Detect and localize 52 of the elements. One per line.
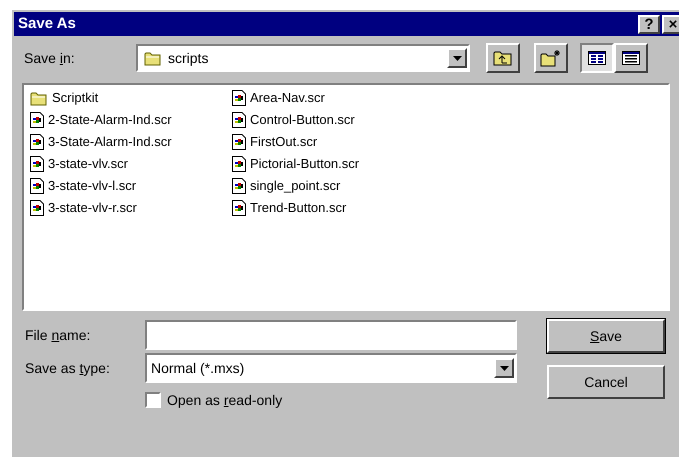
list-view-button[interactable] xyxy=(580,43,614,73)
file-list-item[interactable]: Scriptkit xyxy=(30,87,212,109)
file-list-item[interactable]: 3-state-vlv-l.scr xyxy=(30,175,212,197)
script-file-icon xyxy=(30,156,44,172)
new-folder-button[interactable] xyxy=(534,43,568,73)
up-folder-icon xyxy=(493,50,513,66)
list-view-icon xyxy=(588,51,606,65)
file-list-item[interactable]: Control-Button.scr xyxy=(232,109,360,131)
help-button[interactable]: ? xyxy=(638,14,660,34)
file-name-field[interactable] xyxy=(145,320,517,350)
script-file-icon xyxy=(232,200,246,216)
save-in-value: scripts xyxy=(168,48,208,68)
script-file-icon xyxy=(30,178,44,194)
details-view-icon xyxy=(622,51,640,65)
file-list-item[interactable]: 2-State-Alarm-Ind.scr xyxy=(30,109,212,131)
file-list-item[interactable]: 3-State-Alarm-Ind.scr xyxy=(30,131,212,153)
folder-icon xyxy=(144,50,162,66)
script-file-icon xyxy=(30,200,44,216)
read-only-checkbox[interactable] xyxy=(145,392,161,408)
save-in-label: Save in: xyxy=(24,48,76,68)
save-as-type-value: Normal (*.mxs) xyxy=(151,358,244,378)
save-as-type-dropdown[interactable]: Normal (*.mxs) xyxy=(145,353,517,383)
file-list-item[interactable]: Area-Nav.scr xyxy=(232,87,360,109)
file-list-item[interactable]: Pictorial-Button.scr xyxy=(232,153,360,175)
save-button[interactable]: Save xyxy=(547,319,665,353)
script-file-icon xyxy=(232,90,246,106)
file-list-item[interactable]: 3-state-vlv.scr xyxy=(30,153,212,175)
caret-down-icon xyxy=(452,56,462,60)
file-list-item[interactable]: 3-state-vlv-r.scr xyxy=(30,197,212,219)
save-in-dropdown[interactable]: scripts xyxy=(136,44,470,72)
script-file-icon xyxy=(232,156,246,172)
script-file-icon xyxy=(232,112,246,128)
caret-down-icon xyxy=(500,366,508,370)
file-name-label: File name: xyxy=(25,326,92,344)
folder-icon xyxy=(30,90,48,106)
cancel-button[interactable]: Cancel xyxy=(547,365,665,399)
up-folder-button[interactable] xyxy=(486,43,520,73)
file-list-item[interactable]: FirstOut.scr xyxy=(232,131,360,153)
dropdown-arrow-button[interactable] xyxy=(447,48,467,68)
save-as-type-label: Save as type: xyxy=(25,358,111,378)
details-view-button[interactable] xyxy=(614,43,648,73)
script-file-icon xyxy=(232,134,246,150)
script-file-icon xyxy=(232,178,246,194)
file-list-item[interactable]: Trend-Button.scr xyxy=(232,197,360,219)
dropdown-arrow-button[interactable] xyxy=(494,358,514,378)
script-file-icon xyxy=(30,112,44,128)
window-title: Save As xyxy=(18,14,76,34)
read-only-label: Open as read-only xyxy=(167,390,282,410)
script-file-icon xyxy=(30,134,44,150)
new-folder-icon xyxy=(540,49,562,67)
file-list-item[interactable]: single_point.scr xyxy=(232,175,360,197)
close-button[interactable]: × xyxy=(662,14,679,34)
